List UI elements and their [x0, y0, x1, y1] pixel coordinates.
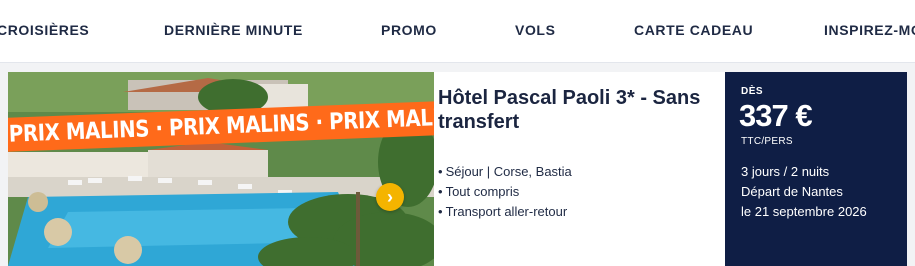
stay-duration: 3 jours / 2 nuits: [741, 164, 830, 179]
price-amount: 337 €: [739, 98, 813, 133]
offer-info: Hôtel Pascal Paoli 3* - Sans transfert S…: [438, 72, 724, 266]
nav-item-carte-cadeau[interactable]: CARTE CADEAU: [634, 22, 753, 38]
next-image-button[interactable]: ›: [376, 183, 404, 211]
departure-date: le 21 septembre 2026: [741, 204, 867, 219]
top-navigation: CROISIÈRES DERNIÈRE MINUTE PROMO VOLS CA…: [0, 0, 915, 63]
price-from-label: DÈS: [741, 86, 764, 97]
feature-item: Séjour | Corse, Bastia: [438, 162, 572, 182]
chevron-right-icon: ›: [387, 186, 393, 207]
feature-item: Transport aller-retour: [438, 202, 572, 222]
nav-item-promo[interactable]: PROMO: [381, 22, 437, 38]
nav-item-croisieres[interactable]: CROISIÈRES: [0, 22, 89, 38]
hotel-photo[interactable]: PRIX MALINS · PRIX MALINS · PRIX MALINS …: [8, 72, 434, 266]
offer-card[interactable]: PRIX MALINS · PRIX MALINS · PRIX MALINS …: [8, 72, 907, 266]
departure-city: Départ de Nantes: [741, 184, 843, 199]
nav-item-vols[interactable]: VOLS: [515, 22, 556, 38]
price-box[interactable]: DÈS 337 € TTC/PERS 3 jours / 2 nuits Dép…: [725, 72, 907, 266]
hotel-photo-illustration: [8, 72, 434, 266]
feature-item: Tout compris: [438, 182, 572, 202]
nav-item-derniere-minute[interactable]: DERNIÈRE MINUTE: [164, 22, 303, 38]
offer-features: Séjour | Corse, Bastia Tout compris Tran…: [438, 162, 572, 222]
nav-item-inspirez-moi[interactable]: INSPIREZ-MOI: [824, 22, 915, 38]
price-unit: TTC/PERS: [741, 136, 793, 147]
hotel-title[interactable]: Hôtel Pascal Paoli 3* - Sans transfert: [438, 86, 718, 134]
